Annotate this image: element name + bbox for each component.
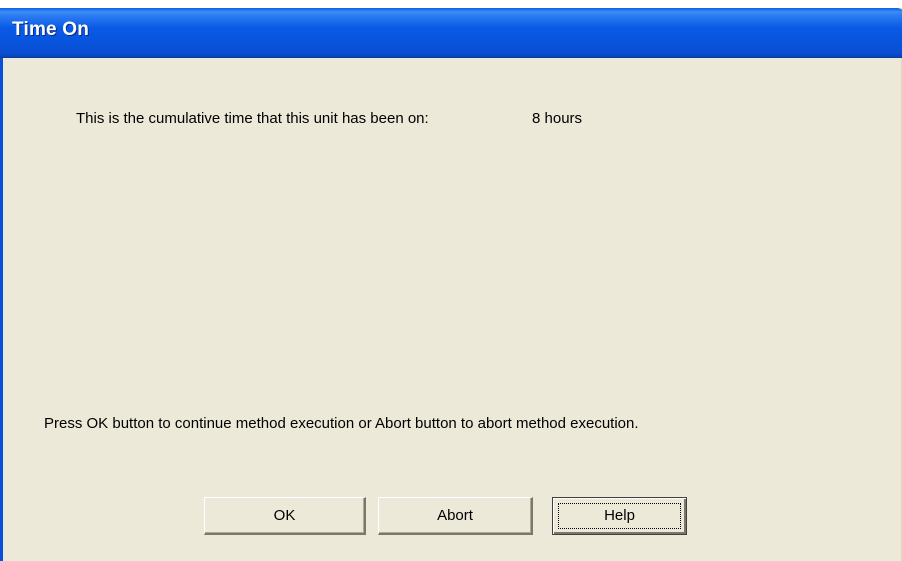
help-button[interactable]: Help	[552, 497, 687, 535]
ok-button-label: OK	[273, 507, 296, 524]
ok-button[interactable]: OK	[204, 497, 366, 535]
title-bar[interactable]: Time On	[0, 8, 902, 58]
window-title: Time On	[12, 19, 90, 40]
cumulative-time-value: 8 hours	[532, 110, 583, 127]
abort-button-label: Abort	[437, 507, 473, 524]
abort-button[interactable]: Abort	[378, 497, 533, 535]
help-button-label: Help	[604, 507, 635, 524]
dialog-window: Time On This is the cumulative time that…	[0, 8, 902, 561]
cumulative-time-label: This is the cumulative time that this un…	[76, 110, 429, 127]
instruction-text: Press OK button to continue method execu…	[44, 415, 639, 432]
